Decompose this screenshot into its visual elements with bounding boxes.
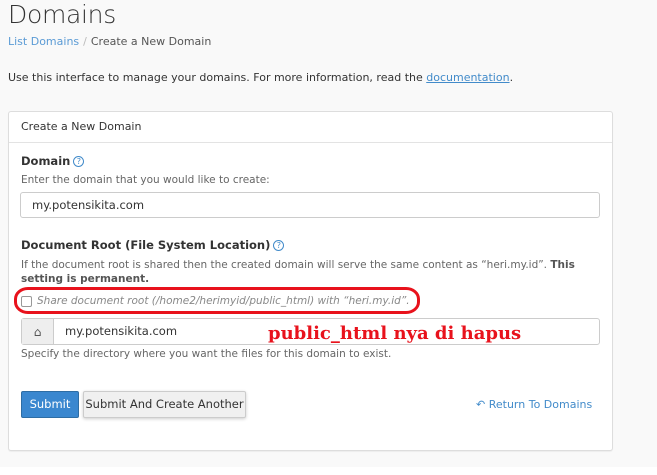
home-icon: ⌂ [22, 319, 54, 344]
return-label: Return To Domains [488, 398, 593, 411]
breadcrumb-separator: / [83, 35, 87, 48]
domain-label-text: Domain [21, 154, 71, 168]
intro-text: Use this interface to manage your domain… [8, 71, 513, 84]
annotation-ellipse [14, 287, 420, 314]
submit-button[interactable]: Submit [21, 391, 79, 418]
annotation-text: public_html nya di hapus [268, 323, 522, 344]
breadcrumb-current: Create a New Domain [90, 35, 212, 48]
documentation-link[interactable]: documentation [426, 71, 509, 84]
breadcrumb-list-domains[interactable]: List Domains [8, 35, 79, 48]
domain-hint: Enter the domain that you would like to … [21, 174, 270, 186]
page-title: Domains [8, 0, 116, 29]
docroot-hint-text: If the document root is shared then the … [21, 259, 551, 271]
reply-icon: ↶ [476, 398, 489, 411]
help-icon[interactable]: ? [273, 240, 285, 251]
submit-and-create-another-button[interactable]: Submit And Create Another [83, 391, 246, 418]
intro-end: . [509, 71, 514, 84]
docroot-hint: If the document root is shared then the … [21, 258, 601, 286]
docroot-label-text: Document Root (File System Location) [21, 238, 271, 252]
domain-label: Domain? [21, 154, 85, 168]
help-icon[interactable]: ? [73, 156, 85, 167]
breadcrumb: List Domains / Create a New Domain [8, 35, 211, 48]
intro-body: Use this interface to manage your domain… [8, 71, 427, 84]
domain-input[interactable]: my.potensikita.com [20, 192, 600, 218]
panel-title: Create a New Domain [9, 112, 612, 143]
docroot-specify-hint: Specify the directory where you want the… [21, 348, 392, 360]
docroot-label: Document Root (File System Location)? [21, 238, 285, 252]
return-to-domains-link[interactable]: ↶ Return To Domains [476, 398, 592, 411]
docroot-input[interactable]: my.potensikita.com [65, 324, 177, 338]
